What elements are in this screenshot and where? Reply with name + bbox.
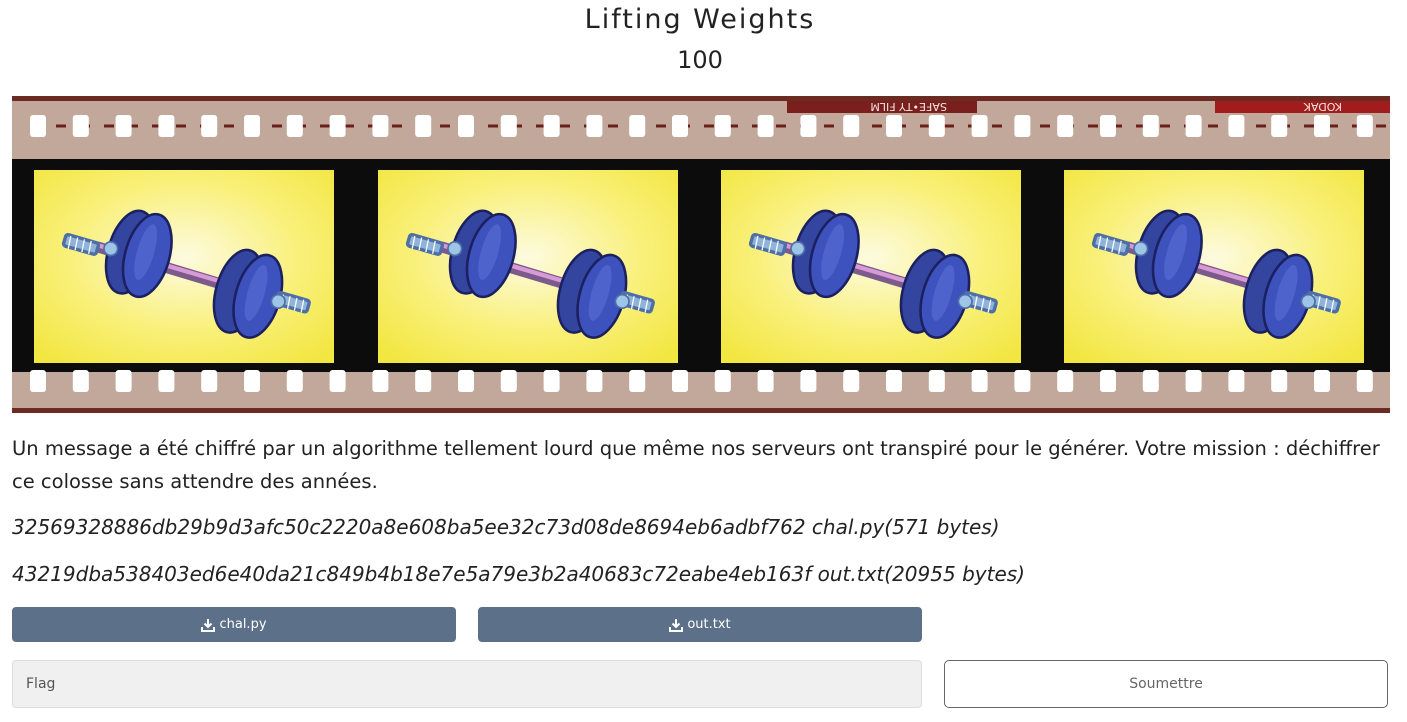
film-sprocket-hole (586, 115, 603, 137)
film-sprocket-hole (500, 115, 517, 137)
film-frame (1064, 170, 1364, 363)
film-sprocket-hole (757, 370, 774, 392)
film-sprocket-hole (244, 370, 260, 392)
film-sprocket-hole (1185, 115, 1202, 137)
film-sprocket-hole (1142, 370, 1159, 392)
film-sprocket-hole (1100, 115, 1116, 137)
film-sprocket-hole (971, 115, 988, 137)
film-frame (721, 170, 1021, 363)
film-sprocket-hole (72, 115, 89, 137)
film-sprocket-hole (886, 115, 902, 137)
film-frame (378, 170, 678, 363)
file-hash: 32569328886db29b9d3afc50c2220a8e608ba5ee… (12, 515, 806, 539)
film-sprocket-hole (415, 115, 432, 137)
film-sprocket-hole (757, 115, 774, 137)
film-sprocket-hole (629, 115, 646, 137)
film-sprocket-hole (843, 115, 860, 137)
film-sprocket-hole (458, 115, 474, 137)
film-sprocket-hole (1356, 115, 1373, 137)
film-sprocket-hole (30, 115, 46, 137)
film-sprocket-hole (329, 115, 346, 137)
film-frame (34, 170, 334, 363)
film-sprocket-hole (1185, 370, 1202, 392)
file-name: chal.py (811, 515, 885, 539)
film-sprocket-hole (158, 115, 175, 137)
film-sprocket-hole (1057, 115, 1074, 137)
film-sprocket-hole (543, 115, 560, 137)
film-sprocket-hole (1271, 370, 1288, 392)
submit-button[interactable]: Soumettre (944, 660, 1388, 708)
film-sprocket-hole (30, 370, 46, 392)
film-sprocket-hole (672, 370, 688, 392)
film-sprocket-hole (286, 115, 303, 137)
download-out-button[interactable]: out.txt (478, 607, 922, 642)
flag-input[interactable] (12, 660, 922, 708)
film-sprocket-hole (928, 370, 945, 392)
challenge-image: SAFE•TY FILM KODAK (12, 96, 1390, 413)
film-sprocket-hole (1014, 115, 1031, 137)
challenge-points: 100 (677, 46, 723, 74)
film-sprocket-hole (286, 370, 303, 392)
film-brand: KODAK (1303, 100, 1342, 113)
film-sprocket-hole (714, 115, 731, 137)
film-edge-text: SAFE•TY FILM (870, 100, 947, 113)
film-sprocket-hole (1142, 115, 1159, 137)
film-sprocket-hole (115, 370, 132, 392)
film-sprocket-hole (329, 370, 346, 392)
film-sprocket-hole (1228, 115, 1245, 137)
film-sprocket-hole (458, 370, 474, 392)
film-sprocket-hole (928, 115, 945, 137)
file-hash-line: 43219dba538403ed6e40da21c849b4b18e7e5a79… (12, 562, 1025, 586)
film-sprocket-hole (201, 115, 218, 137)
film-sprocket-hole (1356, 370, 1373, 392)
film-sprocket-hole (843, 370, 860, 392)
film-sprocket-hole (372, 115, 389, 137)
film-sprocket-hole (672, 115, 688, 137)
film-sprocket-hole (629, 370, 646, 392)
film-sprocket-hole (244, 115, 260, 137)
film-sprocket-hole (500, 370, 517, 392)
download-label: chal.py (219, 617, 267, 632)
film-sprocket-hole (1057, 370, 1074, 392)
film-sprocket-hole (971, 370, 988, 392)
file-hash-line: 32569328886db29b9d3afc50c2220a8e608ba5ee… (12, 515, 1000, 539)
file-size: (571 bytes) (884, 515, 1000, 539)
download-icon (201, 618, 216, 632)
film-sprocket-hole (1314, 115, 1330, 137)
film-sprocket-hole (1314, 370, 1330, 392)
film-sprocket-hole (1100, 370, 1116, 392)
download-label: out.txt (687, 617, 731, 632)
film-sprocket-hole (714, 370, 731, 392)
film-sprocket-hole (1228, 370, 1245, 392)
challenge-title: Lifting Weights (584, 4, 816, 35)
film-sprocket-hole (372, 370, 389, 392)
download-icon (669, 618, 684, 632)
film-sprocket-hole (800, 115, 817, 137)
film-sprocket-hole (586, 370, 603, 392)
film-sprocket-hole (201, 370, 218, 392)
file-size: (20955 bytes) (884, 562, 1025, 586)
film-sprocket-hole (886, 370, 902, 392)
challenge-description: Un message a été chiffré par un algorith… (12, 437, 1380, 493)
download-chal-button[interactable]: chal.py (12, 607, 456, 642)
film-sprocket-hole (72, 370, 89, 392)
file-hash: 43219dba538403ed6e40da21c849b4b18e7e5a79… (12, 562, 812, 586)
film-sprocket-hole (1271, 115, 1288, 137)
film-sprocket-hole (115, 115, 132, 137)
film-sprocket-hole (158, 370, 175, 392)
film-sprocket-hole (415, 370, 432, 392)
film-sprocket-hole (800, 370, 817, 392)
film-sprocket-hole (543, 370, 560, 392)
file-name: out.txt (817, 562, 885, 586)
film-sprocket-hole (1014, 370, 1031, 392)
